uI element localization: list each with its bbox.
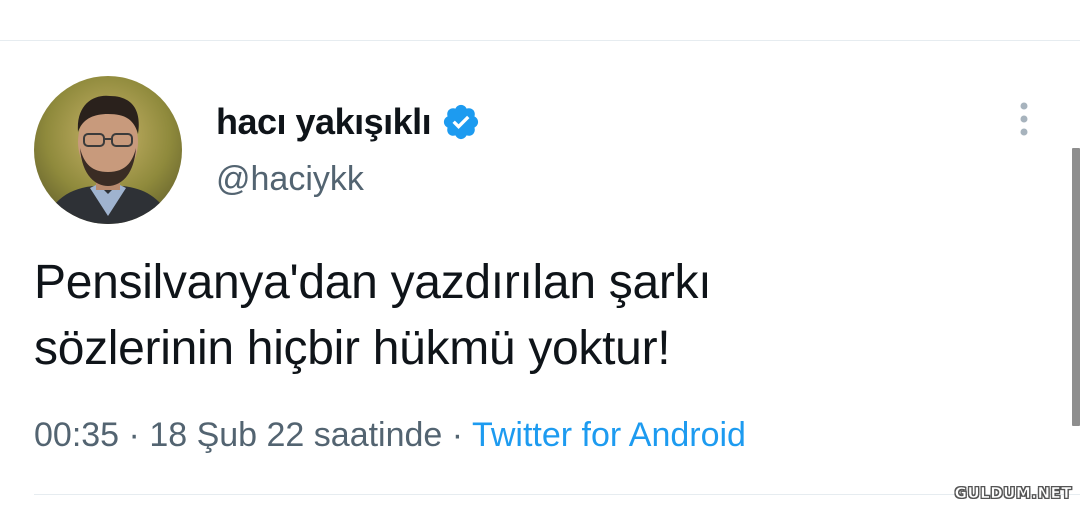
avatar[interactable] [34, 76, 182, 224]
bottom-divider [34, 494, 1080, 495]
tweet-meta: 00:35 · 18 Şub 22 saatinde · Twitter for… [34, 416, 746, 455]
meta-separator: · [119, 416, 150, 454]
tweet-time[interactable]: 00:35 [34, 416, 119, 454]
tweet-text: Pensilvanya'dan yazdırılan şarkı sözleri… [34, 250, 994, 382]
scrollbar[interactable] [1072, 148, 1080, 426]
top-divider [0, 40, 1080, 41]
author-name-row[interactable]: hacı yakışıklı [216, 100, 481, 144]
tweet-text-line: sözlerinin hiçbir hükmü yoktur! [34, 322, 671, 375]
more-options-icon[interactable] [1014, 100, 1034, 140]
author-handle[interactable]: @haciykk [216, 160, 364, 199]
tweet-date[interactable]: 18 Şub 22 saatinde [149, 416, 442, 454]
verified-badge-icon [441, 102, 481, 142]
meta-separator: · [442, 416, 472, 454]
author-display-name[interactable]: hacı yakışıklı [216, 101, 432, 143]
tweet-page: hacı yakışıklı @haciykk Pensilvanya'dan … [0, 0, 1080, 506]
watermark: GULDUM.NET [954, 484, 1072, 503]
tweet-text-line: Pensilvanya'dan yazdırılan şarkı [34, 256, 712, 309]
tweet-source-link[interactable]: Twitter for Android [472, 416, 746, 454]
